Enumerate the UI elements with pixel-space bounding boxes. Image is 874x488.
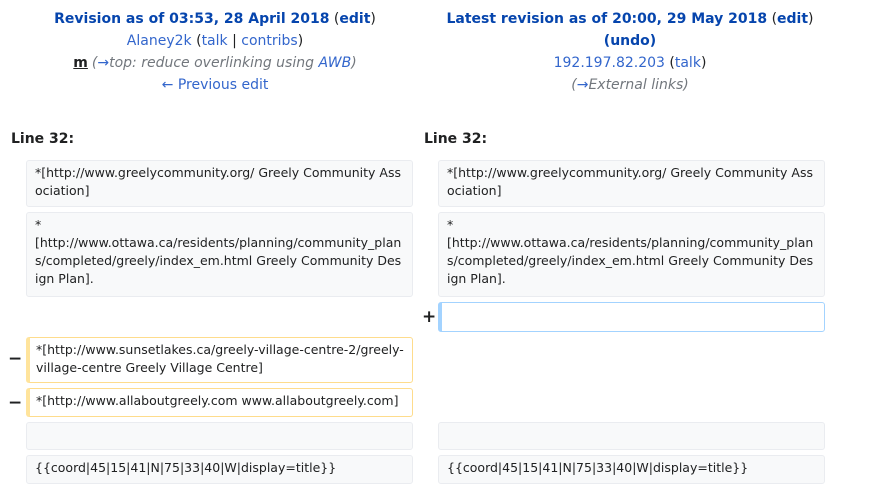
right-revision-link[interactable]: Latest revision as of 20:00, 29 May 2018 <box>446 11 767 27</box>
left-contribs-link[interactable]: contribs <box>241 33 297 49</box>
diff-context-left <box>26 422 413 450</box>
diff-deleted-line: *[http://www.allaboutgreely.com www.alla… <box>26 388 413 417</box>
right-edit-summary: (→External links) <box>571 77 689 93</box>
diff-context-right: {{coord|45|15|41|N|75|33|40|W|display=ti… <box>438 455 825 484</box>
left-user-link[interactable]: Alaney2k <box>127 33 192 49</box>
right-revision-title: Latest revision as of 20:00, 29 May 2018… <box>446 11 814 27</box>
left-user-line: Alaney2k (talk | contribs) <box>126 33 304 49</box>
previous-edit-link[interactable]: ← Previous edit <box>162 77 269 93</box>
left-revision-link[interactable]: Revision as of 03:53, 28 April 2018 <box>54 11 329 27</box>
diff-context-right: *[http://www.greelycommunity.org/ Greely… <box>438 160 825 207</box>
right-line-number: Line 32: <box>424 131 488 147</box>
diff-context-left: *[http://www.greelycommunity.org/ Greely… <box>26 160 413 207</box>
minus-marker: − <box>8 349 23 369</box>
right-edit-link[interactable]: edit <box>777 11 808 27</box>
awb-link[interactable]: AWB <box>318 55 351 71</box>
left-edit-link[interactable]: edit <box>339 11 370 27</box>
right-user-link[interactable]: 192.197.82.203 <box>554 55 665 71</box>
minor-edit-badge: m <box>73 55 88 71</box>
diff-context-left: * [http://www.ottawa.ca/residents/planni… <box>26 212 413 297</box>
left-section-arrow-link[interactable]: → <box>97 55 109 71</box>
plus-marker: + <box>422 307 437 327</box>
right-talk-link[interactable]: talk <box>675 55 701 71</box>
diff-context-right: * [http://www.ottawa.ca/residents/planni… <box>438 212 825 297</box>
right-section-arrow-link[interactable]: → <box>577 77 589 93</box>
right-user-line: 192.197.82.203 (talk) <box>553 55 707 71</box>
undo-link[interactable]: undo <box>610 33 650 49</box>
right-revision-header: Latest revision as of 20:00, 29 May 2018… <box>425 8 835 96</box>
diff-context-left: {{coord|45|15|41|N|75|33|40|W|display=ti… <box>26 455 413 484</box>
diff-context-right <box>438 422 825 450</box>
minus-marker: − <box>8 393 23 413</box>
left-talk-link[interactable]: talk <box>202 33 228 49</box>
diff-deleted-line: *[http://www.sunsetlakes.ca/greely-villa… <box>26 337 413 383</box>
left-revision-title: Revision as of 03:53, 28 April 2018 (edi… <box>54 11 376 27</box>
left-edit-summary: m (→top: reduce overlinking using AWB) <box>73 55 357 71</box>
diff-added-line <box>438 302 825 332</box>
left-revision-header: Revision as of 03:53, 28 April 2018 (edi… <box>10 8 420 96</box>
left-line-number: Line 32: <box>11 131 75 147</box>
